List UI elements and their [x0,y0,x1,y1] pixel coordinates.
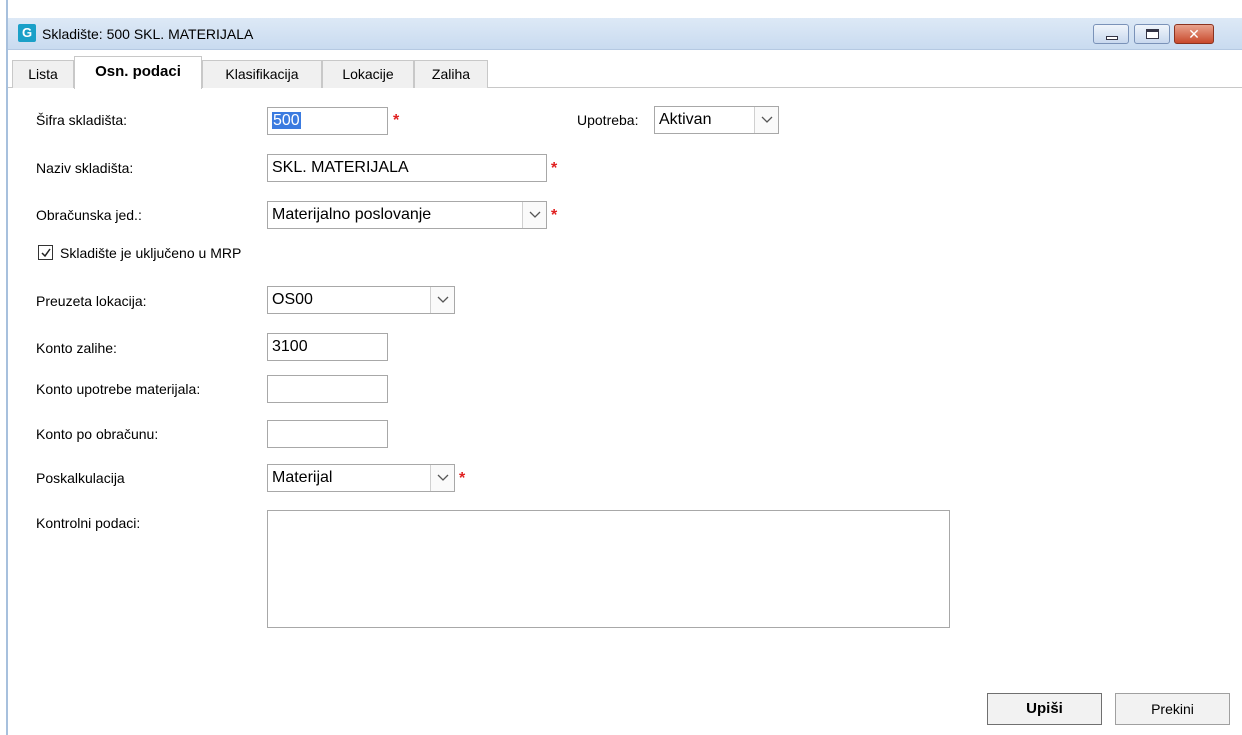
app-logo-icon: G [18,24,36,42]
lokacija-label: Preuzeta lokacija: [36,293,147,309]
upotreba-value: Aktivan [659,111,712,128]
title-bar: G Skladište: 500 SKL. MATERIJALA ✕ [8,18,1242,50]
poskalkulacija-select[interactable]: Materijal [267,464,455,492]
upotreba-select[interactable]: Aktivan [654,106,779,134]
naziv-label: Naziv skladišta: [36,160,134,176]
poskalkulacija-label: Poskalkulacija [36,470,125,486]
chevron-down-icon[interactable] [430,465,454,491]
poskalkulacija-value: Materijal [272,469,333,486]
mrp-label[interactable]: Skladište je uključeno u MRP [60,245,241,261]
close-button[interactable]: ✕ [1174,24,1214,44]
obracunska-select[interactable]: Materijalno poslovanje [267,201,547,229]
minimize-button[interactable] [1093,24,1129,44]
lokacija-value: OS00 [272,291,313,308]
cancel-button[interactable]: Prekini [1115,693,1230,725]
upotreba-label: Upotreba: [577,112,639,128]
maximize-button[interactable] [1134,24,1170,44]
obracunska-value: Materijalno poslovanje [272,206,432,223]
kontrolni-label: Kontrolni podaci: [36,515,141,531]
sifra-input[interactable]: 500 [267,107,388,135]
save-button[interactable]: Upiši [987,693,1102,725]
konto-upotrebe-label: Konto upotrebe materijala: [36,381,201,397]
obracunska-label: Obračunska jed.: [36,207,142,223]
maximize-icon [1146,29,1159,39]
sifra-value: 500 [272,112,301,129]
naziv-required-mark: * [551,160,558,177]
konto-zalihe-input[interactable]: 3100 [267,333,388,361]
konto-upotrebe-input[interactable] [267,375,388,403]
konto-zalihe-label: Konto zalihe: [36,340,117,356]
konto-obracun-input[interactable] [267,420,388,448]
lokacija-select[interactable]: OS00 [267,286,455,314]
tab-zaliha[interactable]: Zaliha [414,60,488,88]
close-icon: ✕ [1188,26,1200,42]
tab-strip: Lista Osn. podaci Klasifikacija Lokacije… [8,56,1242,89]
konto-obracun-label: Konto po obračunu: [36,426,159,442]
kontrolni-textarea[interactable] [267,510,950,628]
warehouse-dialog: G Skladište: 500 SKL. MATERIJALA ✕ Lista… [6,0,1242,735]
tab-lista[interactable]: Lista [12,60,74,88]
checkmark-icon [41,248,51,258]
tab-klasifikacija[interactable]: Klasifikacija [202,60,322,88]
chevron-down-icon[interactable] [430,287,454,313]
tab-osn-podaci[interactable]: Osn. podaci [74,56,202,89]
minimize-icon [1106,36,1118,40]
mrp-checkbox[interactable] [38,245,53,260]
chevron-down-icon[interactable] [522,202,546,228]
poskalkulacija-required-mark: * [459,470,466,487]
naziv-input[interactable]: SKL. MATERIJALA [267,154,547,182]
tab-lokacije[interactable]: Lokacije [322,60,414,88]
obracunska-required-mark: * [551,207,558,224]
sifra-required-mark: * [393,112,400,129]
chevron-down-icon[interactable] [754,107,778,133]
sifra-label: Šifra skladišta: [36,112,128,128]
window-title: Skladište: 500 SKL. MATERIJALA [42,26,254,42]
